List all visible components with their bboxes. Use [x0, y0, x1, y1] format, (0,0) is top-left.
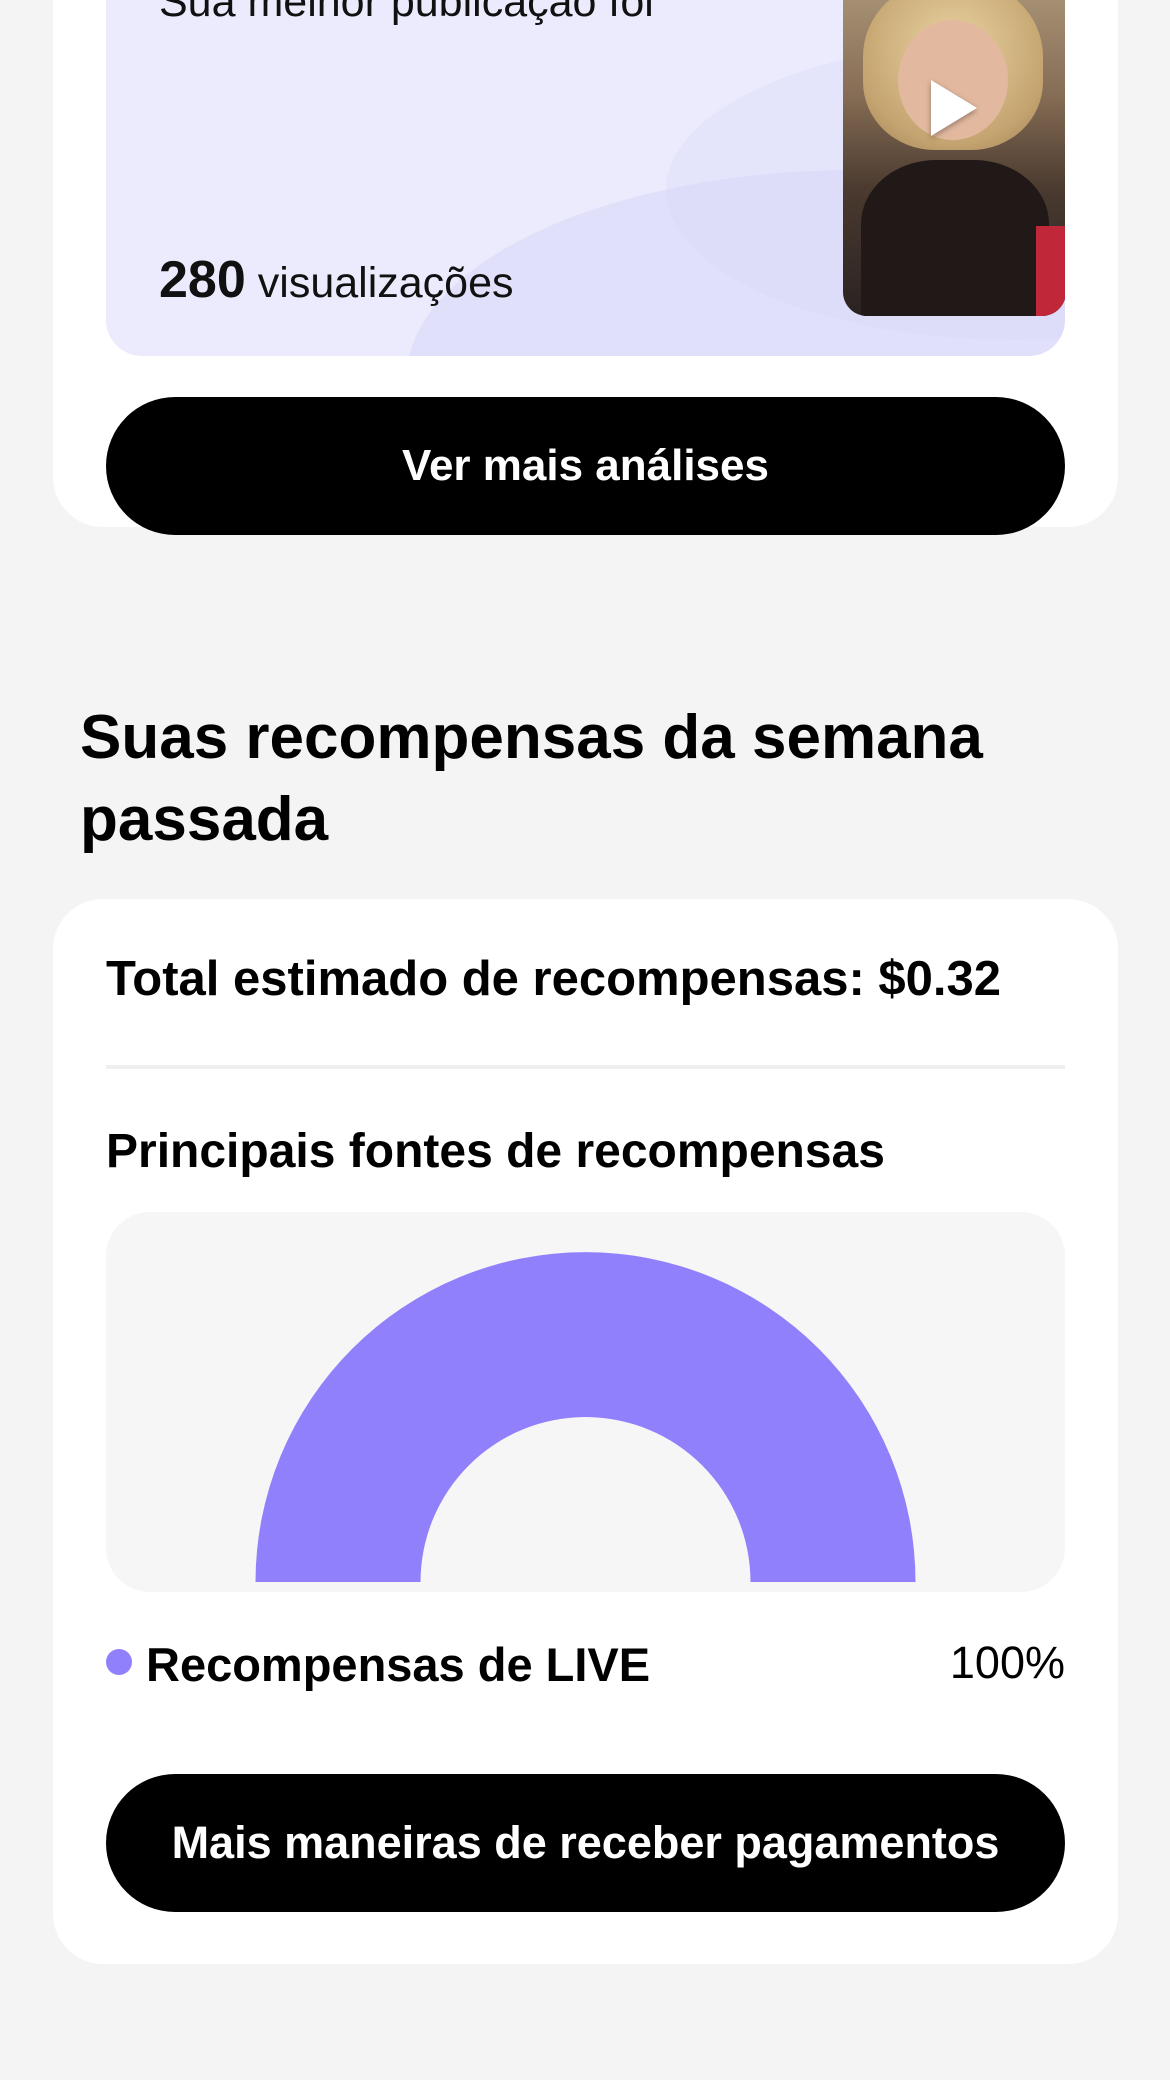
analytics-card: Sua melhor publicação foi 280 visualizaçõ…: [53, 0, 1118, 535]
total-rewards: Total estimado de recompensas: $0.32: [106, 952, 1002, 1006]
views-number: 280: [159, 251, 246, 309]
donut-chart-svg: [255, 1252, 916, 1582]
best-post-text: Sua melhor publicação foi: [159, 0, 654, 26]
views-label: visualizações: [257, 259, 514, 307]
more-analytics-button[interactable]: Ver mais análises: [106, 397, 1065, 535]
legend-label-live: Recompensas de LIVE: [146, 1638, 651, 1691]
views-count: 280 visualizações: [159, 250, 514, 310]
thumbnail-outfit: [861, 160, 1049, 316]
play-icon[interactable]: [931, 80, 977, 136]
donut-slice-recompensas-de-live: [255, 1252, 916, 1582]
legend-value-live: 100%: [949, 1637, 1065, 1688]
thumbnail-background-detail: [1036, 226, 1065, 316]
more-payment-ways-button[interactable]: Mais maneiras de receber pagamentos: [106, 1774, 1065, 1912]
divider: [106, 1065, 1065, 1069]
rewards-card: Total estimado de recompensas: $0.32 Pri…: [53, 899, 1118, 1964]
reward-sources-chart: [106, 1212, 1065, 1592]
reward-sources-title: Principais fontes de recompensas: [106, 1125, 885, 1178]
best-post-thumbnail[interactable]: [843, 0, 1065, 316]
legend-dot-live: [106, 1649, 132, 1675]
rewards-section-title: Suas recompensas da semana passada: [80, 703, 983, 854]
best-post-panel[interactable]: Sua melhor publicação foi 280 visualizaçõ…: [106, 0, 1065, 356]
